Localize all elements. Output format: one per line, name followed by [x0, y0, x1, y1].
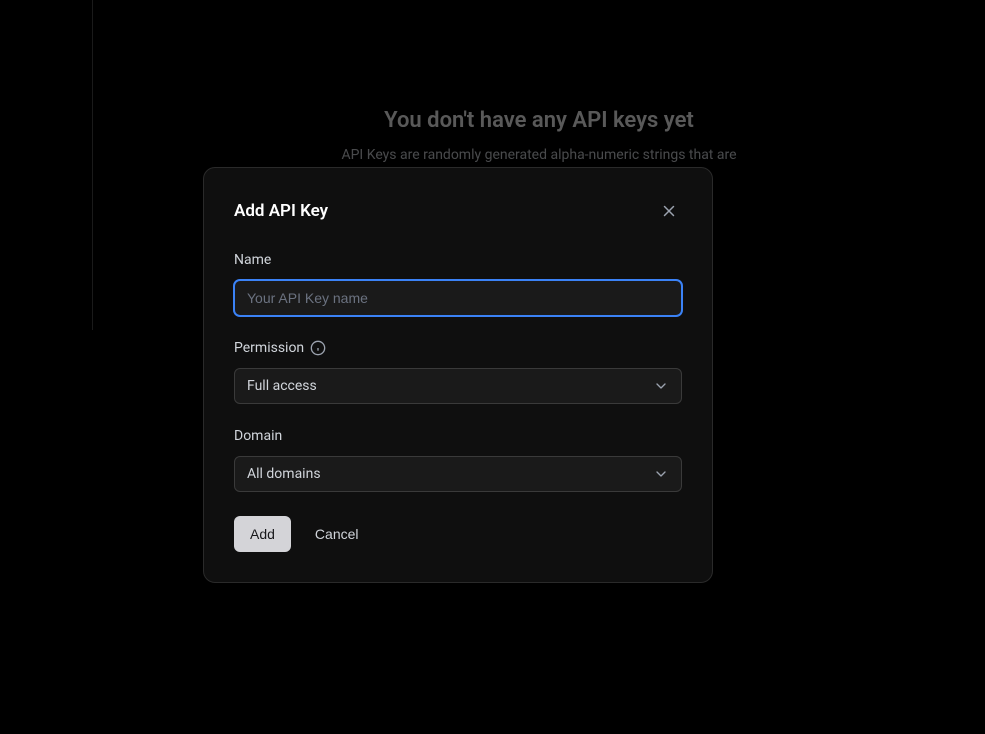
domain-field-group: Domain All domains [234, 428, 682, 492]
chevron-down-icon [653, 466, 669, 482]
modal-overlay: Add API Key Name Permission [0, 0, 985, 734]
modal-header: Add API Key [234, 198, 682, 224]
add-api-key-modal: Add API Key Name Permission [203, 167, 713, 583]
close-button[interactable] [656, 198, 682, 224]
domain-selected-value: All domains [247, 466, 321, 482]
permission-select[interactable]: Full access [234, 368, 682, 404]
name-field-group: Name [234, 252, 682, 316]
chevron-down-icon [653, 378, 669, 394]
domain-select[interactable]: All domains [234, 456, 682, 492]
cancel-button[interactable]: Cancel [307, 516, 367, 552]
add-button[interactable]: Add [234, 516, 291, 552]
modal-footer: Add Cancel [234, 516, 682, 552]
permission-label: Permission [234, 340, 682, 356]
info-icon[interactable] [310, 340, 326, 356]
domain-label: Domain [234, 428, 682, 444]
close-icon [660, 202, 678, 220]
name-label: Name [234, 252, 682, 268]
permission-selected-value: Full access [247, 378, 317, 394]
api-key-name-input[interactable] [234, 280, 682, 316]
permission-label-text: Permission [234, 340, 304, 356]
modal-title: Add API Key [234, 201, 328, 221]
permission-field-group: Permission Full access [234, 340, 682, 404]
